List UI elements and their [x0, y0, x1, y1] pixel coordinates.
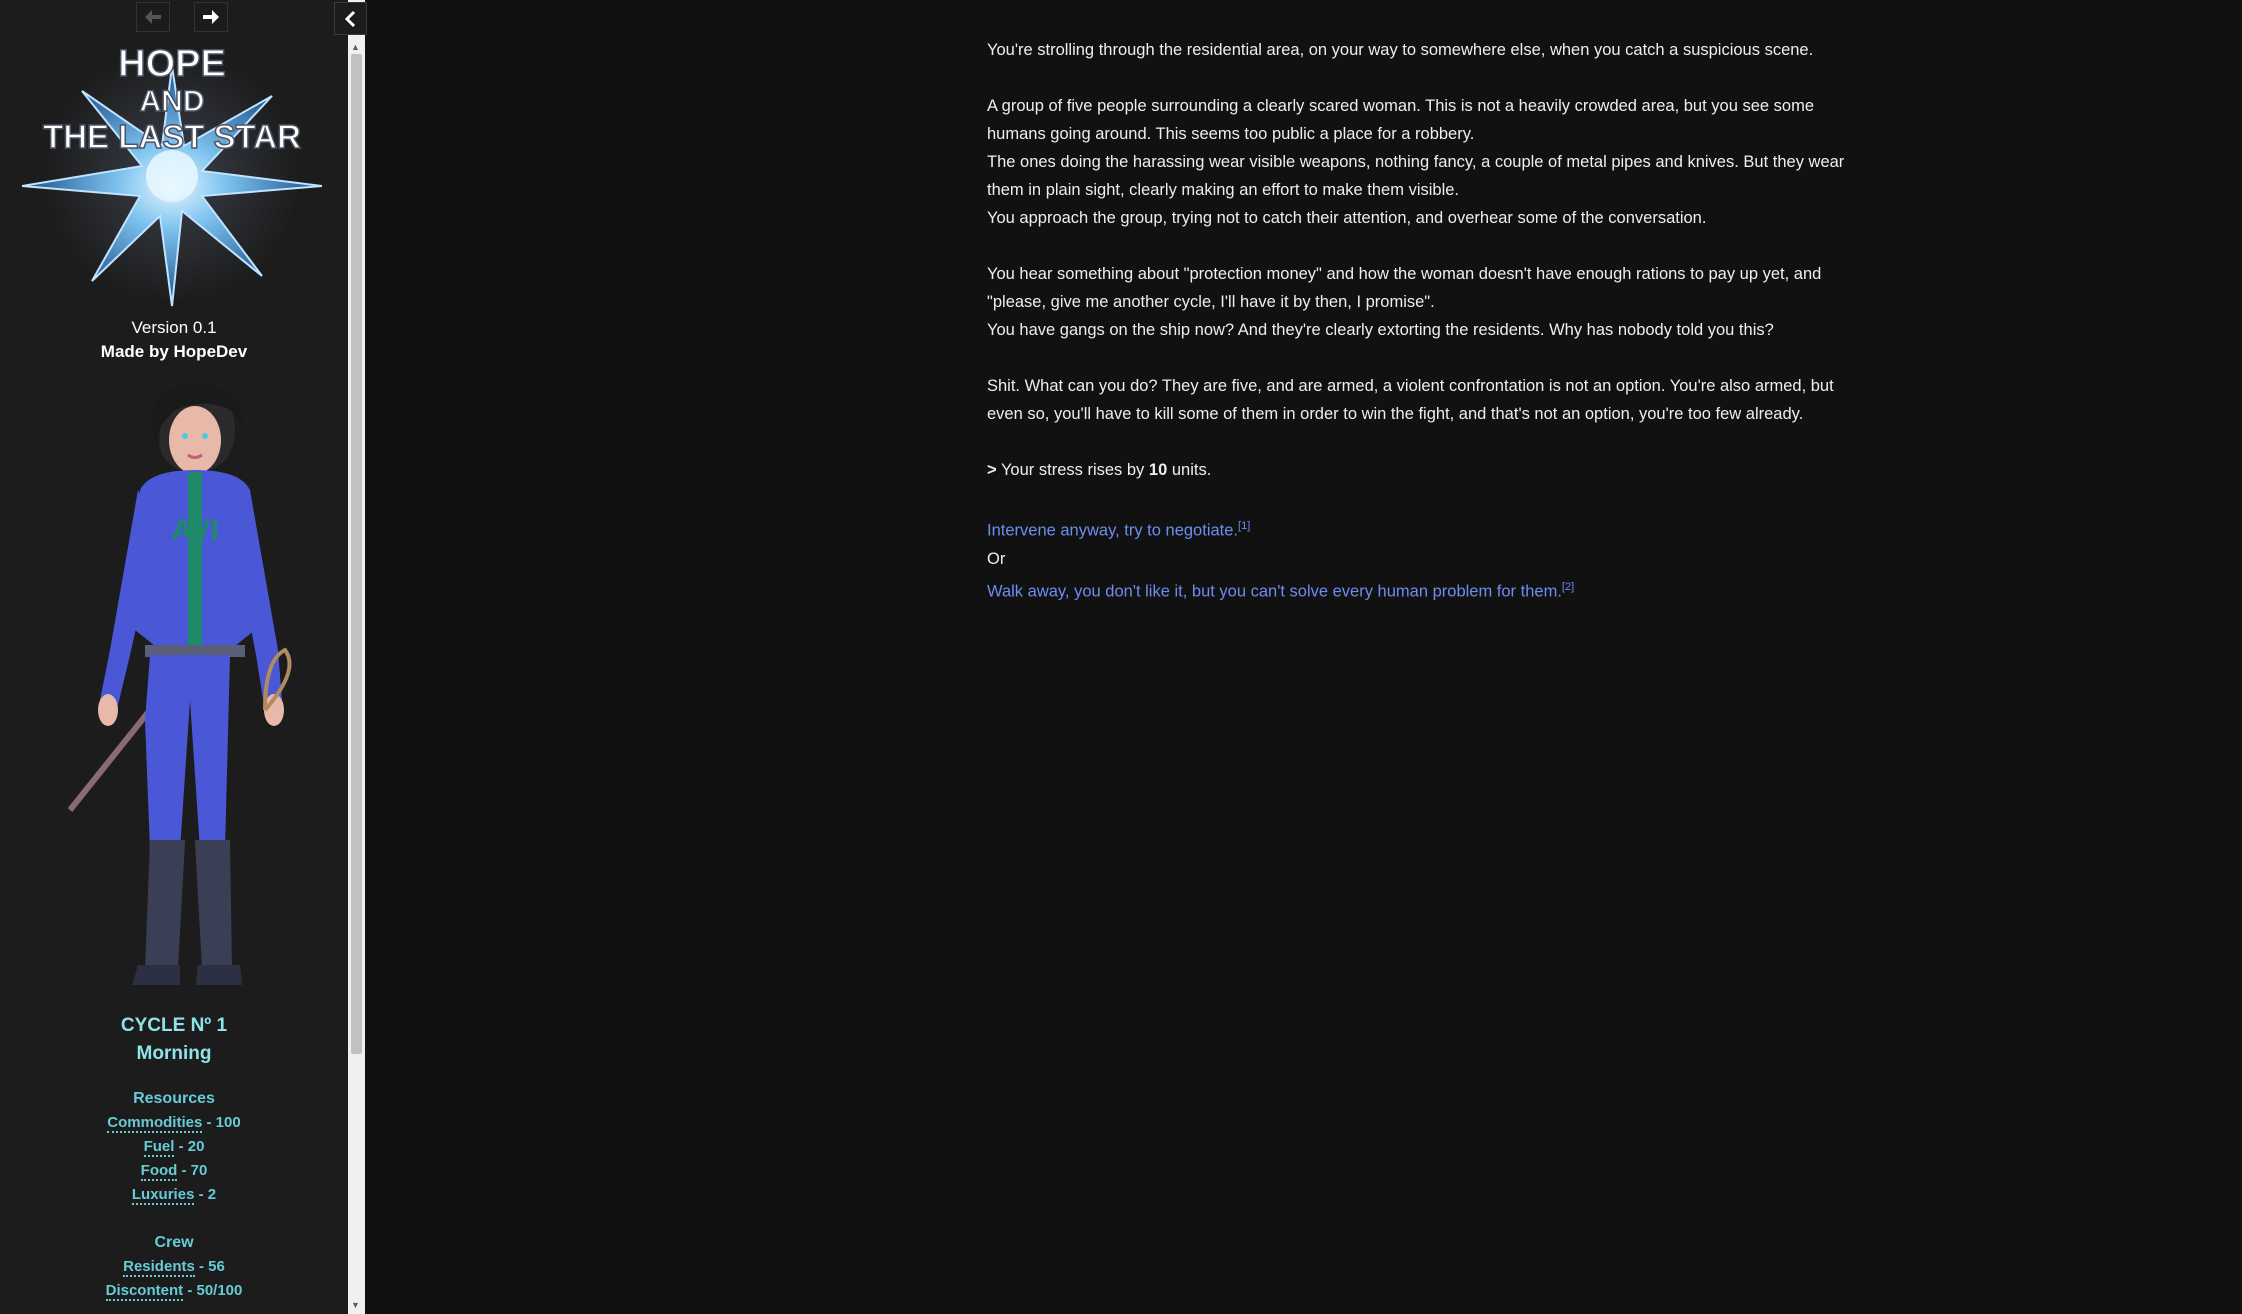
crew-title: Crew	[154, 1234, 194, 1251]
sidebar-scrollbar[interactable]: ▲ ▼	[348, 0, 365, 1314]
logo-line-3: THE LAST STAR	[43, 118, 301, 155]
resources-title: Resources	[133, 1090, 215, 1107]
stress-text-after: units.	[1171, 461, 1212, 479]
resource-food-value: - 70	[181, 1162, 208, 1179]
chevron-left-icon	[344, 10, 355, 27]
resource-fuel-link[interactable]: Fuel	[143, 1138, 175, 1157]
choice-1-key: [1]	[1238, 520, 1251, 532]
time-of-day: Morning	[136, 1043, 212, 1064]
scrollbar-thumb[interactable]	[351, 54, 362, 1054]
stress-amount: 10	[1148, 461, 1168, 479]
resource-food: Food - 70	[0, 1162, 348, 1181]
choice-negotiate-link[interactable]: Intervene anyway, try to negotiate.	[987, 522, 1238, 540]
arrow-right-icon	[203, 10, 219, 24]
choice-2-key: [2]	[1561, 580, 1575, 593]
arrow-left-icon	[145, 10, 161, 24]
stress-marker: >	[987, 461, 997, 479]
collapse-sidebar-button[interactable]	[334, 2, 367, 35]
scroll-up-icon[interactable]: ▲	[351, 42, 360, 52]
resource-luxuries: Luxuries - 2	[0, 1186, 348, 1205]
choice-line-1: Intervene anyway, try to negotiate.[1]	[987, 512, 1857, 545]
forward-button[interactable]	[194, 2, 228, 32]
choice-line-2: Walk away, you don't like it, but you ca…	[987, 573, 1857, 606]
back-button[interactable]	[136, 2, 170, 32]
resource-food-link[interactable]: Food	[140, 1162, 178, 1181]
choice-walk-away-link[interactable]: Walk away, you don't like it, but you ca…	[987, 582, 1562, 600]
resource-fuel: Fuel - 20	[0, 1138, 348, 1157]
crew-discontent-value: - 50/100	[187, 1282, 243, 1299]
resource-fuel-value: - 20	[178, 1138, 205, 1155]
or-label: Or	[987, 549, 1006, 568]
resource-commodities-link[interactable]: Commodities	[107, 1114, 203, 1133]
story-paragraph: You're strolling through the residential…	[987, 41, 1814, 59]
resource-commodities: Commodities - 100	[0, 1114, 348, 1133]
version-label: Version 0.1	[131, 318, 217, 337]
resource-luxuries-value: - 2	[198, 1186, 217, 1203]
crew-discontent-link[interactable]: Discontent	[105, 1282, 184, 1301]
story-paragraph: The ones doing the harassing wear visibl…	[987, 153, 1845, 199]
crew-residents: Residents - 56	[0, 1258, 348, 1277]
logo-line-2: AND	[140, 85, 205, 118]
sidebar: HOPE AND THE LAST STAR Version 0.1 Made …	[0, 0, 349, 1314]
story-passage: You're strolling through the residential…	[987, 36, 1857, 605]
crew-discontent: Discontent - 50/100	[0, 1282, 348, 1301]
game-logo: HOPE AND THE LAST STAR	[22, 42, 322, 307]
story-paragraph: A group of five people surrounding a cle…	[987, 97, 1814, 143]
stress-text-before: Your stress rises by	[1000, 461, 1145, 479]
story-paragraph: You approach the group, trying not to ca…	[987, 209, 1707, 227]
story-paragraph: You hear something about "protection mon…	[987, 265, 1822, 311]
logo-line-1: HOPE	[118, 43, 226, 85]
author-label: Made by HopeDev	[100, 342, 248, 361]
portrait-chest-text: AVI	[171, 514, 219, 547]
resource-luxuries-link[interactable]: Luxuries	[131, 1186, 195, 1205]
character-portrait: AVI	[67, 383, 292, 985]
stress-notice: > Your stress rises by 10 units.	[987, 456, 1857, 484]
crew-residents-value: - 56	[199, 1258, 225, 1275]
crew-residents-link[interactable]: Residents	[123, 1258, 195, 1277]
scroll-down-icon[interactable]: ▼	[351, 1300, 360, 1310]
story-paragraph: You have gangs on the ship now? And they…	[987, 321, 1774, 339]
story-paragraph: Shit. What can you do? They are five, an…	[987, 377, 1834, 423]
cycle-number: CYCLE Nº 1	[120, 1015, 228, 1036]
resource-commodities-value: - 100	[206, 1114, 241, 1131]
